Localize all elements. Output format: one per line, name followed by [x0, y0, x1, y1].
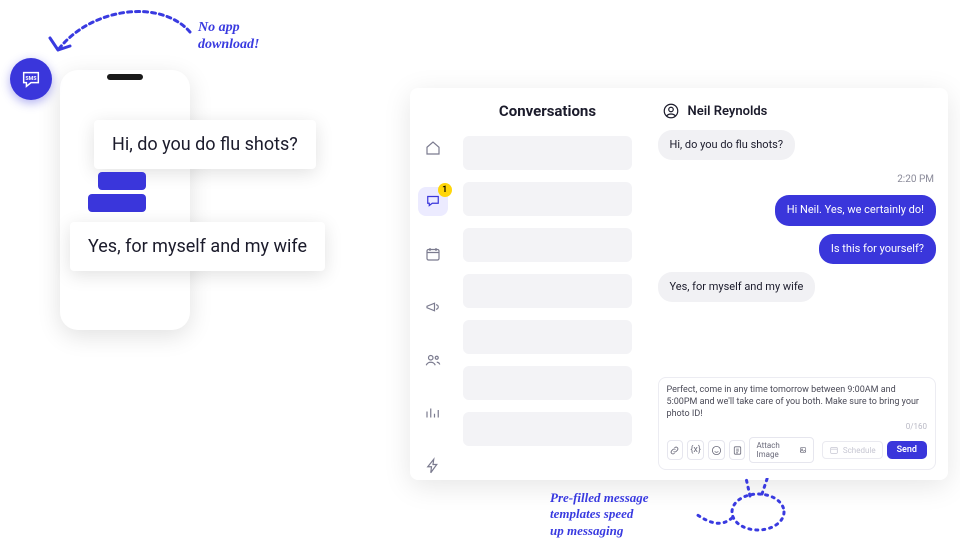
- nav-automations[interactable]: [418, 451, 448, 480]
- conversation-item-skeleton[interactable]: [463, 274, 631, 308]
- conversation-item-skeleton[interactable]: [463, 412, 631, 446]
- nav-contacts[interactable]: [418, 345, 448, 374]
- calendar-small-icon: [829, 445, 839, 455]
- link-tool[interactable]: [667, 440, 684, 460]
- phone-bubble-outgoing-skeleton: [98, 172, 146, 190]
- schedule-label: Schedule: [843, 446, 876, 455]
- message-out: Is this for yourself?: [819, 234, 936, 264]
- megaphone-icon: [424, 298, 442, 316]
- nav-calendar[interactable]: [418, 240, 448, 269]
- nav-rail: 1: [410, 88, 455, 480]
- conversation-item-skeleton[interactable]: [463, 366, 631, 400]
- conversation-item-skeleton[interactable]: [463, 228, 631, 262]
- chat-body: Hi, do you do flu shots? 2:20 PM Hi Neil…: [658, 130, 936, 371]
- attach-label: Attach Image: [756, 441, 794, 459]
- avatar-icon: [662, 102, 680, 120]
- home-icon: [424, 139, 442, 157]
- conversation-item-skeleton[interactable]: [463, 320, 631, 354]
- schedule-button[interactable]: Schedule: [822, 441, 883, 459]
- calendar-icon: [424, 245, 442, 263]
- emoji-tool[interactable]: [708, 440, 725, 460]
- variable-tool[interactable]: {x}: [687, 440, 704, 460]
- chat-icon: [424, 192, 442, 210]
- analytics-icon: [424, 404, 442, 422]
- phone-bubble-reply: Yes, for myself and my wife: [70, 222, 325, 271]
- bolt-icon: [424, 457, 442, 475]
- emoji-icon: [711, 445, 722, 456]
- link-icon: [669, 445, 680, 456]
- annotation-templates: Pre-filled message templates speed up me…: [550, 478, 810, 552]
- attach-image-button[interactable]: Attach Image: [749, 437, 813, 463]
- conversation-list: Conversations: [455, 88, 645, 480]
- app-panel: 1 Conversations Neil Reynolds: [410, 88, 948, 480]
- conversation-item-skeleton[interactable]: [463, 182, 631, 216]
- send-button[interactable]: Send: [887, 441, 927, 459]
- annotation-no-app: No app download!: [30, 4, 290, 64]
- chat-pane: Neil Reynolds Hi, do you do flu shots? 2…: [646, 88, 948, 480]
- nav-conversations[interactable]: 1: [418, 187, 448, 216]
- message-in: Hi, do you do flu shots?: [658, 130, 796, 160]
- phone-notch: [107, 74, 143, 80]
- chat-header: Neil Reynolds: [658, 100, 936, 130]
- contact-name: Neil Reynolds: [688, 104, 768, 119]
- template-tool[interactable]: [729, 440, 746, 460]
- braces-icon: {x}: [690, 445, 701, 455]
- svg-text:SMS: SMS: [25, 76, 37, 82]
- char-counter: 0/160: [667, 422, 927, 431]
- conversation-list-title: Conversations: [463, 102, 631, 120]
- sms-badge: SMS: [10, 58, 52, 100]
- composer-textarea[interactable]: Perfect, come in any time tomorrow betwe…: [667, 384, 927, 420]
- sms-icon: SMS: [20, 68, 42, 90]
- nav-campaigns[interactable]: [418, 293, 448, 322]
- message-out: Hi Neil. Yes, we certainly do!: [775, 195, 936, 225]
- annotation-text: Pre-filled message templates speed up me…: [550, 490, 649, 539]
- message-in: Yes, for myself and my wife: [658, 272, 816, 302]
- image-icon: [799, 445, 807, 455]
- composer[interactable]: Perfect, come in any time tomorrow betwe…: [658, 377, 936, 470]
- message-timestamp: 2:20 PM: [897, 174, 934, 185]
- people-icon: [424, 351, 442, 369]
- phone-bubble-outgoing-skeleton: [88, 194, 146, 212]
- conversation-item-skeleton[interactable]: [463, 136, 631, 170]
- composer-toolbar: {x} Attach Image Schedule Send: [667, 437, 927, 463]
- annotation-text: No app download!: [198, 20, 259, 54]
- template-icon: [732, 445, 743, 456]
- phone-bubble-incoming: Hi, do you do flu shots?: [94, 120, 316, 169]
- nav-home[interactable]: [418, 134, 448, 163]
- nav-analytics[interactable]: [418, 398, 448, 427]
- unread-badge: 1: [438, 183, 452, 197]
